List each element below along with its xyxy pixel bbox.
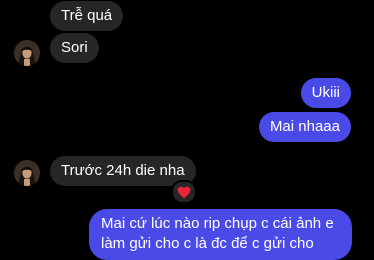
incoming-message-bubble[interactable]: Sori (50, 33, 99, 63)
message-text: Trễ quá (61, 7, 113, 24)
heart-icon (177, 186, 191, 198)
outgoing-message-bubble[interactable]: Mai cứ lúc nào rip chụp c cái ảnh e làm … (89, 209, 352, 260)
outgoing-message-bubble[interactable]: Mai nhaaa (258, 112, 351, 142)
avatar-photo-icon (14, 40, 40, 66)
message-text: Ukiii (311, 84, 340, 101)
avatar-photo-icon (14, 160, 40, 186)
sender-avatar[interactable] (14, 40, 40, 66)
message-text: Trước 24h die nha (61, 162, 185, 179)
message-text: Mai nhaaa (269, 118, 340, 135)
message-text: Mai cứ lúc nào rip chụp c cái ảnh e làm … (101, 215, 334, 252)
incoming-message-bubble[interactable]: Trước 24h die nha (50, 156, 196, 186)
incoming-message-bubble[interactable]: Trễ quá (50, 1, 124, 31)
message-reaction[interactable] (171, 180, 197, 204)
message-text: Sori (61, 39, 88, 56)
outgoing-message-bubble[interactable]: Ukiii (300, 78, 351, 108)
message-thread: Trễ quá Sori Ukiii Mai nhaaa Trước 24h d… (0, 0, 374, 260)
sender-avatar[interactable] (14, 160, 40, 186)
